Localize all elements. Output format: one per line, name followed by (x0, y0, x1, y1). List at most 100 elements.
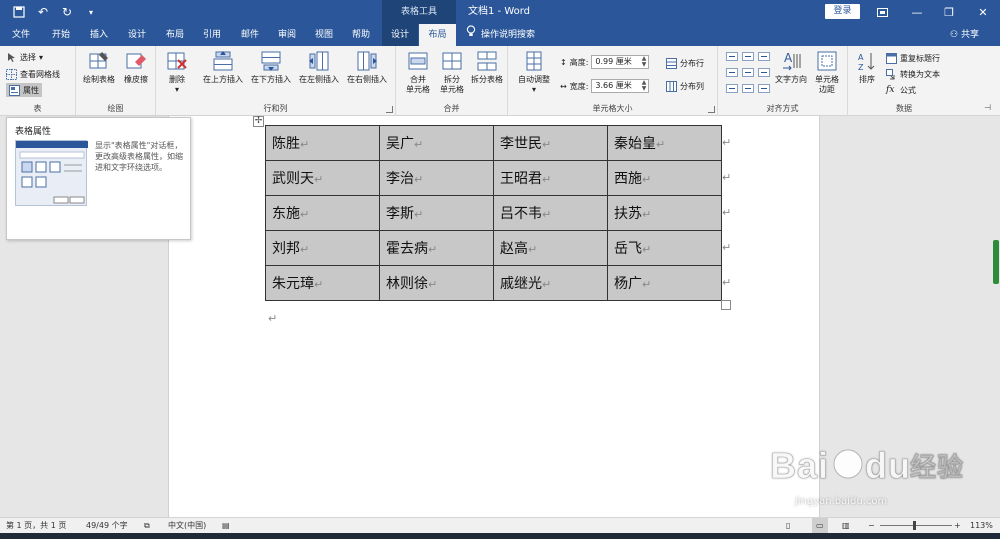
table-resize-handle[interactable] (721, 300, 731, 310)
align-top-right-icon[interactable] (758, 52, 770, 61)
tab-view[interactable]: 视图 (307, 24, 341, 46)
distribute-rows-button[interactable]: 分布行 (666, 56, 704, 70)
web-layout-icon[interactable]: ▥ (842, 518, 850, 534)
cell-margins-button[interactable]: 单元格 边距 (810, 50, 844, 95)
table-cell[interactable]: 朱元璋↵ (265, 265, 380, 301)
insert-right-button[interactable]: 在右侧插入 (344, 50, 390, 85)
align-top-left-icon[interactable] (726, 52, 738, 61)
split-cells-button[interactable]: 拆分 单元格 (436, 50, 468, 95)
tab-review[interactable]: 审阅 (270, 24, 304, 46)
table-cell[interactable]: 霍去病↵ (379, 230, 494, 266)
split-table-button[interactable]: 拆分表格 (468, 50, 506, 85)
draw-table-button[interactable]: 绘制表格 (82, 50, 116, 85)
table-cell[interactable]: 武则天↵ (265, 160, 380, 196)
table-cell[interactable]: 李世民↵ (493, 125, 608, 161)
share-button[interactable]: ⚇ 共享 (950, 24, 979, 46)
spin-arrows-icon[interactable]: ▲ ▼ (642, 80, 647, 92)
sort-button[interactable]: AZ 排序 (854, 50, 880, 85)
align-middle-right-icon[interactable] (758, 68, 770, 77)
tab-file[interactable]: 文件 (4, 24, 38, 46)
insert-left-button[interactable]: 在左侧插入 (296, 50, 342, 85)
word-count[interactable]: 49/49 个字 (86, 518, 128, 534)
zoom-slider-thumb[interactable] (913, 521, 916, 530)
name-table[interactable]: 陈胜↵ 吴广↵ 李世民↵ 秦始皇↵ 武则天↵ 李治↵ 王昭君↵ 西施↵ 东施↵ … (265, 125, 722, 301)
insert-below-button[interactable]: 在下方插入 (248, 50, 294, 85)
properties-button[interactable]: 属性 (6, 83, 42, 97)
align-bottom-center-icon[interactable] (742, 84, 754, 93)
tab-layout[interactable]: 布局 (158, 24, 192, 46)
table-cell[interactable]: 岳飞↵ (607, 230, 722, 266)
spin-arrows-icon[interactable]: ▲ ▼ (642, 56, 647, 68)
zoom-level[interactable]: 113% (970, 518, 993, 534)
table-cell[interactable]: 刘邦↵ (265, 230, 380, 266)
table-cell[interactable]: 西施↵ (607, 160, 722, 196)
distribute-columns-button[interactable]: 分布列 (666, 79, 704, 93)
table-cell[interactable]: 吴广↵ (379, 125, 494, 161)
print-layout-icon[interactable]: ▭ (812, 518, 828, 534)
text-direction-button[interactable]: A 文字方向 (774, 50, 808, 85)
undo-icon[interactable]: ↶ (34, 3, 52, 21)
proofing-icon[interactable]: ⧉ (144, 518, 150, 534)
table-cell[interactable]: 赵高↵ (493, 230, 608, 266)
table-cell[interactable]: 杨广↵ (607, 265, 722, 301)
minimize-icon[interactable]: — (902, 0, 932, 24)
tab-help[interactable]: 帮助 (344, 24, 378, 46)
dialog-launcher-icon[interactable] (386, 106, 393, 113)
table-cell[interactable]: 秦始皇↵ (607, 125, 722, 161)
customize-qat-icon[interactable]: ▾ (82, 3, 100, 21)
delete-button[interactable]: 删除 ▾ (162, 50, 192, 95)
cell-text: 戚继光 (500, 276, 542, 292)
table-cell[interactable]: 戚继光↵ (493, 265, 608, 301)
view-gridlines-button[interactable]: 查看网格线 (6, 67, 60, 81)
dialog-launcher-icon[interactable] (708, 106, 715, 113)
page-count[interactable]: 第 1 页，共 1 页 (6, 518, 66, 534)
tab-mailings[interactable]: 邮件 (233, 24, 267, 46)
autofit-button[interactable]: 自动调整 ▾ (514, 50, 554, 95)
macro-recording-icon[interactable]: ▤ (222, 518, 230, 534)
zoom-out-icon[interactable]: − (868, 518, 875, 534)
tab-home[interactable]: 开始 (44, 24, 78, 46)
collapse-ribbon-icon[interactable]: ⊣ (984, 103, 991, 112)
login-button[interactable]: 登录 (825, 4, 860, 19)
tab-design[interactable]: 设计 (120, 24, 154, 46)
table-cell[interactable]: 李治↵ (379, 160, 494, 196)
table-cell[interactable]: 扶苏↵ (607, 195, 722, 231)
redo-icon[interactable]: ↻ (58, 3, 76, 21)
width-input[interactable]: 3.66 厘米 ▲ ▼ (591, 79, 650, 93)
ribbon-display-options-icon[interactable] (867, 0, 897, 24)
eraser-button[interactable]: 橡皮擦 (120, 50, 152, 85)
tab-references[interactable]: 引用 (195, 24, 229, 46)
convert-to-text-button[interactable]: 转换为文本 (886, 67, 940, 81)
height-input[interactable]: 0.99 厘米 ▲ ▼ (591, 55, 650, 69)
repeat-header-rows-button[interactable]: 重复标题行 (886, 51, 940, 65)
align-bottom-left-icon[interactable] (726, 84, 738, 93)
align-middle-left-icon[interactable] (726, 68, 738, 77)
formula-button[interactable]: fx 公式 (886, 83, 916, 97)
table-cell[interactable]: 王昭君↵ (493, 160, 608, 196)
tell-me-search[interactable]: 操作说明搜索 (466, 24, 535, 46)
table-move-handle-icon[interactable]: ✢ (253, 116, 264, 127)
table-cell[interactable]: 李斯↵ (379, 195, 494, 231)
read-mode-icon[interactable]: ▯ (786, 518, 790, 534)
align-top-center-icon[interactable] (742, 52, 754, 61)
merge-cells-button[interactable]: 合并 单元格 (402, 50, 434, 95)
tab-insert[interactable]: 插入 (82, 24, 116, 46)
insert-above-button[interactable]: 在上方插入 (200, 50, 246, 85)
align-bottom-right-icon[interactable] (758, 84, 770, 93)
save-icon[interactable] (10, 3, 28, 21)
zoom-in-icon[interactable]: + (954, 518, 961, 534)
language-status[interactable]: 中文(中国) (168, 518, 206, 534)
zoom-slider[interactable] (880, 525, 952, 526)
table-cell[interactable]: 陈胜↵ (265, 125, 380, 161)
vertical-scrollbar[interactable] (991, 116, 1000, 517)
table-cell[interactable]: 东施↵ (265, 195, 380, 231)
tab-table-layout[interactable]: 布局 (419, 24, 456, 46)
tab-table-design[interactable]: 设计 (382, 24, 418, 46)
table-cell[interactable]: 吕不韦↵ (493, 195, 608, 231)
close-icon[interactable]: ✕ (968, 0, 998, 24)
align-middle-center-icon[interactable] (742, 68, 754, 77)
select-button[interactable]: 选择 ▾ (6, 50, 43, 64)
table-cell[interactable]: 林则徐↵ (379, 265, 494, 301)
restore-icon[interactable]: ❐ (934, 0, 964, 24)
scrollbar-thumb[interactable] (993, 240, 999, 284)
